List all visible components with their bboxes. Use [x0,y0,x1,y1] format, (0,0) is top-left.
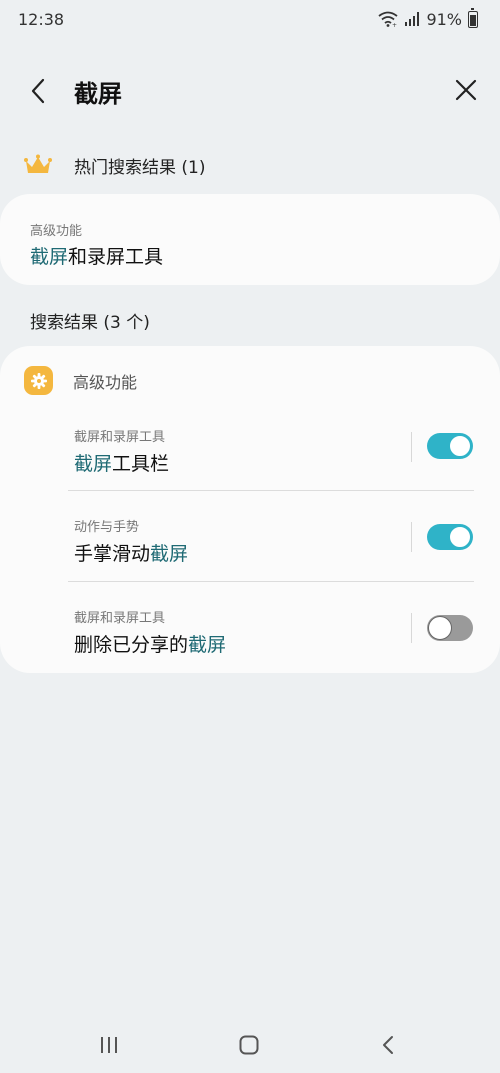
popular-results-label: 热门搜索结果 (1) [74,157,206,178]
section-label: 高级功能 [73,372,138,392]
battery-fill [470,14,476,26]
battery-icon [468,7,478,28]
row-separator [411,432,412,462]
search-results-card: 高级功能 截屏和录屏工具 截屏工具栏 动作与手势 手掌滑动截屏 截屏和录屏工具 … [0,346,500,673]
row-separator [411,522,412,552]
back-button[interactable] [24,76,54,106]
recents-button[interactable] [94,1030,124,1060]
title-rest: 和录屏工具 [68,246,164,268]
toggle-switch[interactable] [427,524,473,550]
result-row[interactable]: 动作与手势 手掌滑动截屏 [0,506,500,596]
title-before: 手掌滑动 [74,543,151,565]
row-divider [68,490,474,491]
popular-results-header: 热门搜索结果 (1) [24,150,205,180]
toggle-knob [449,526,471,548]
row-divider [68,581,474,582]
app-bar: 截屏 [0,62,500,118]
result-category: 截屏和录屏工具 [74,611,166,626]
close-icon [455,79,477,101]
page-title: 截屏 [74,80,122,108]
toggle-knob [449,435,471,457]
popular-result-card[interactable]: 高级功能 截屏和录屏工具 [0,194,500,285]
signal-icon [405,12,420,26]
recents-icon [101,1037,117,1053]
navigation-bar [0,1022,500,1066]
nav-back-button[interactable] [374,1030,404,1060]
toggle-switch[interactable] [427,615,473,641]
gear-badge [24,366,53,395]
status-icons: + 91% [378,7,478,29]
home-icon [239,1035,259,1055]
toggle-knob [428,616,452,640]
highlight-text: 截屏 [30,246,69,268]
svg-text:+: + [392,22,397,27]
crown-icon [24,154,52,173]
close-button[interactable] [452,76,480,104]
highlight-text: 截屏 [74,453,113,475]
highlight-text: 截屏 [150,543,189,565]
status-time: 12:38 [18,9,65,29]
battery-percent: 91% [426,9,462,29]
nav-back-icon [383,1036,393,1054]
toggle-switch[interactable] [427,433,473,459]
result-category: 截屏和录屏工具 [74,430,166,445]
status-bar: 12:38 + 91% [0,0,500,38]
wifi-icon: + [378,11,398,27]
result-category: 动作与手势 [74,520,140,535]
title-before: 删除已分享的 [74,634,189,656]
arrow-back-icon [31,78,45,104]
result-title: 手掌滑动截屏 [74,539,188,566]
section-header: 高级功能 [24,366,137,395]
title-after: 工具栏 [112,453,170,475]
result-title: 截屏工具栏 [74,449,169,476]
result-row[interactable]: 截屏和录屏工具 截屏工具栏 [0,416,500,506]
popular-result-category: 高级功能 [30,224,83,239]
popular-result-title: 截屏和录屏工具 [30,242,163,269]
result-row[interactable]: 截屏和录屏工具 删除已分享的截屏 [0,597,500,687]
gear-icon [30,372,47,389]
result-title: 删除已分享的截屏 [74,630,226,657]
search-results-header: 搜索结果 (3 个) [30,313,150,333]
row-separator [411,613,412,643]
highlight-text: 截屏 [188,634,227,656]
home-button[interactable] [234,1030,264,1060]
